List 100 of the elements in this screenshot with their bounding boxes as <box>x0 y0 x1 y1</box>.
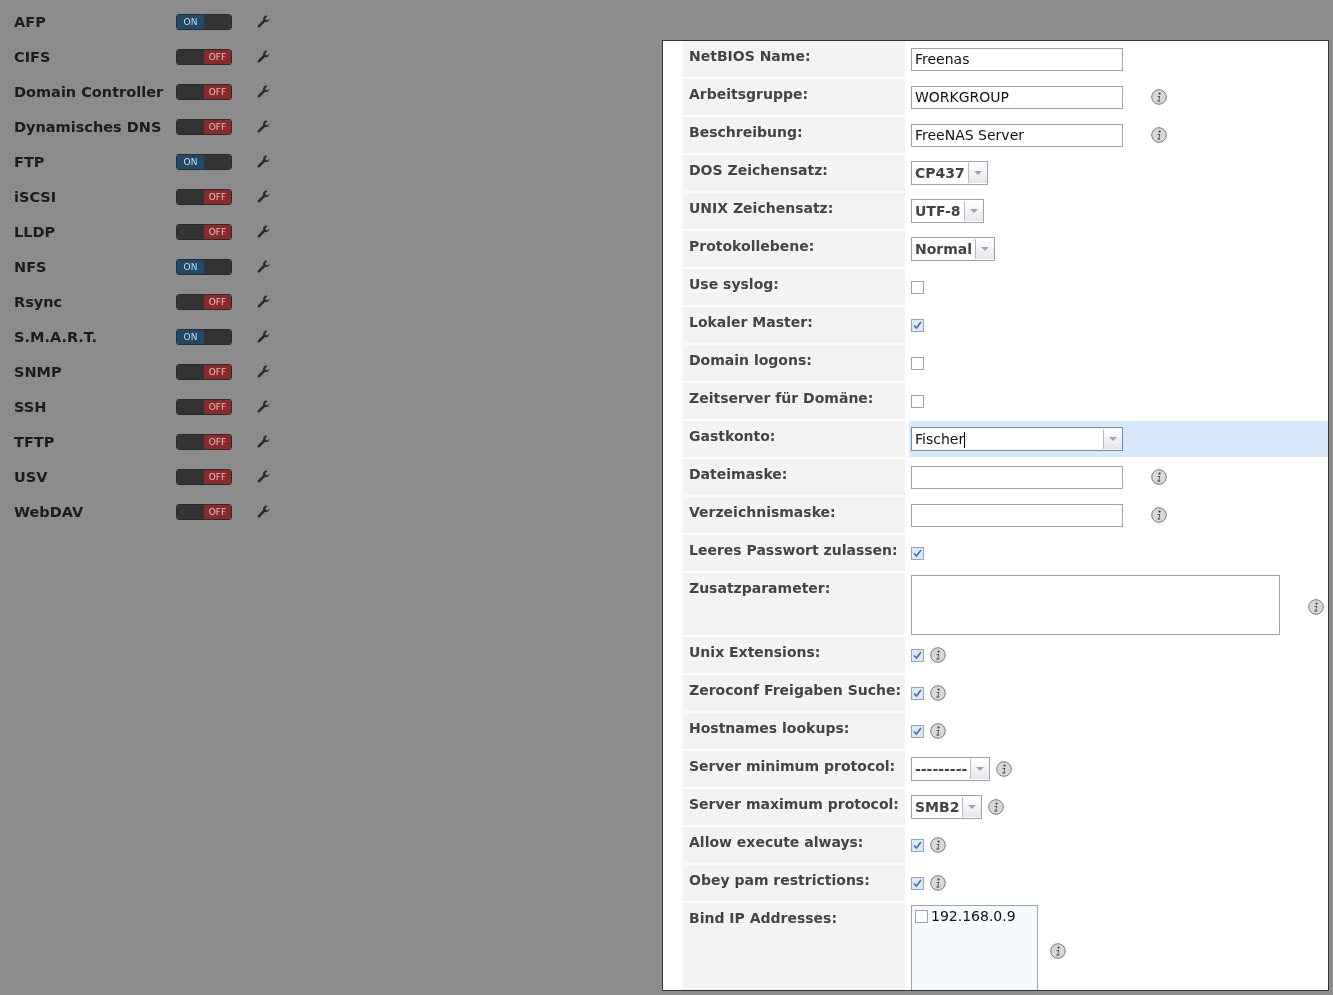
checkbox[interactable] <box>911 648 924 662</box>
field-label: Allow execute always: <box>683 827 905 863</box>
toggle-switch[interactable]: OFF <box>176 293 232 310</box>
service-name: USV <box>14 468 49 485</box>
service-name: FTP <box>14 153 46 170</box>
select-dropdown[interactable]: SMB2 <box>911 795 983 819</box>
service-name: SNMP <box>14 363 63 380</box>
toggle-switch[interactable]: OFF <box>176 223 232 240</box>
field-label: Use syslog: <box>683 269 905 305</box>
service-name: iSCSI <box>14 188 58 205</box>
toggle-switch[interactable]: OFF <box>176 118 232 135</box>
text-field[interactable]: WORKGROUP <box>911 85 1123 109</box>
service-name: Domain Controller <box>14 83 165 100</box>
info-icon[interactable] <box>1308 599 1324 615</box>
field-label: DOS Zeichensatz: <box>683 155 905 191</box>
field-label: UNIX Zeichensatz: <box>683 193 905 229</box>
info-icon[interactable] <box>930 685 946 701</box>
wrench-icon[interactable] <box>257 189 271 204</box>
wrench-icon[interactable] <box>257 154 271 169</box>
checkbox[interactable] <box>911 838 924 852</box>
field-label: Zeroconf Freigaben Suche: <box>683 675 905 711</box>
checkbox[interactable] <box>911 318 924 332</box>
info-icon[interactable] <box>1151 469 1167 485</box>
field-label: Arbeitsgruppe: <box>683 79 905 115</box>
field-label: Verzeichnismaske: <box>683 497 905 533</box>
toggle-switch[interactable]: OFF <box>176 503 232 520</box>
checkbox[interactable] <box>911 356 924 370</box>
toggle-switch[interactable]: OFF <box>176 48 232 65</box>
service-name: NFS <box>14 258 48 275</box>
service-name: WebDAV <box>14 503 85 520</box>
service-name: LLDP <box>14 223 57 240</box>
info-icon[interactable] <box>930 723 946 739</box>
service-name: TFTP <box>14 433 56 450</box>
toggle-switch[interactable]: OFF <box>176 83 232 100</box>
wrench-icon[interactable] <box>257 119 271 134</box>
toggle-switch[interactable]: ON <box>176 13 232 30</box>
field-label: Domain logons: <box>683 345 905 381</box>
wrench-icon[interactable] <box>257 224 271 239</box>
info-icon[interactable] <box>996 761 1013 777</box>
toggle-switch[interactable]: OFF <box>176 468 232 485</box>
info-icon[interactable] <box>930 875 946 891</box>
service-name: Rsync <box>14 293 64 310</box>
select-dropdown[interactable]: Normal <box>911 237 996 261</box>
wrench-icon[interactable] <box>257 84 271 99</box>
text-field[interactable]: FreeNAS Server <box>911 123 1123 147</box>
toggle-switch[interactable]: OFF <box>176 433 232 450</box>
wrench-icon[interactable] <box>257 364 271 379</box>
wrench-icon[interactable] <box>257 259 271 274</box>
field-label: Server minimum protocol: <box>683 751 905 787</box>
field-label: Bind IP Addresses: <box>683 903 905 990</box>
select-dropdown[interactable]: UTF-8 <box>911 199 984 223</box>
checkbox[interactable] <box>911 280 924 294</box>
text-field[interactable] <box>911 503 1123 527</box>
service-name: SSH <box>14 398 48 415</box>
info-icon[interactable] <box>930 647 946 663</box>
combo-field[interactable]: Fischer <box>911 427 1123 451</box>
checkbox[interactable] <box>915 909 928 923</box>
toggle-switch[interactable]: ON <box>176 153 232 170</box>
wrench-icon[interactable] <box>257 434 271 449</box>
field-label: Leeres Passwort zulassen: <box>683 535 905 571</box>
text-area[interactable] <box>911 575 1280 635</box>
select-dropdown[interactable]: CP437 <box>911 161 988 185</box>
field-label: Lokaler Master: <box>683 307 905 343</box>
wrench-icon[interactable] <box>257 14 271 29</box>
checkbox[interactable] <box>911 876 924 890</box>
wrench-icon[interactable] <box>257 329 271 344</box>
field-label: Server maximum protocol: <box>683 789 905 825</box>
info-icon[interactable] <box>1151 127 1167 143</box>
field-label: Protokollebene: <box>683 231 905 267</box>
info-icon[interactable] <box>988 799 1005 815</box>
wrench-icon[interactable] <box>257 49 271 64</box>
wrench-icon[interactable] <box>257 294 271 309</box>
wrench-icon[interactable] <box>257 399 271 414</box>
service-name: S.M.A.R.T. <box>14 328 99 345</box>
checkbox[interactable] <box>911 724 924 738</box>
text-field[interactable] <box>911 465 1123 489</box>
info-icon[interactable] <box>930 837 946 853</box>
ip-address: 192.168.0.9 <box>931 908 1016 924</box>
toggle-switch[interactable]: OFF <box>176 398 232 415</box>
text-field[interactable]: Freenas <box>911 47 1123 71</box>
field-label: Zeitserver für Domäne: <box>683 383 905 419</box>
info-icon[interactable] <box>1151 89 1167 105</box>
service-name: AFP <box>14 13 47 30</box>
wrench-icon[interactable] <box>257 469 271 484</box>
checkbox[interactable] <box>911 394 924 408</box>
wrench-icon[interactable] <box>257 504 271 519</box>
info-icon[interactable] <box>1050 943 1066 959</box>
toggle-switch[interactable]: ON <box>176 328 232 345</box>
info-icon[interactable] <box>1151 507 1167 523</box>
select-dropdown[interactable]: --------- <box>911 757 991 781</box>
ip-list[interactable]: 192.168.0.9 <box>911 905 1038 990</box>
service-name: CIFS <box>14 48 52 65</box>
toggle-switch[interactable]: OFF <box>176 188 232 205</box>
toggle-switch[interactable]: OFF <box>176 363 232 380</box>
field-label: Beschreibung: <box>683 117 905 153</box>
service-name: Dynamisches DNS <box>14 118 163 135</box>
field-label: Zusatzparameter: <box>683 573 905 635</box>
toggle-switch[interactable]: ON <box>176 258 232 275</box>
checkbox[interactable] <box>911 546 924 560</box>
checkbox[interactable] <box>911 686 924 700</box>
